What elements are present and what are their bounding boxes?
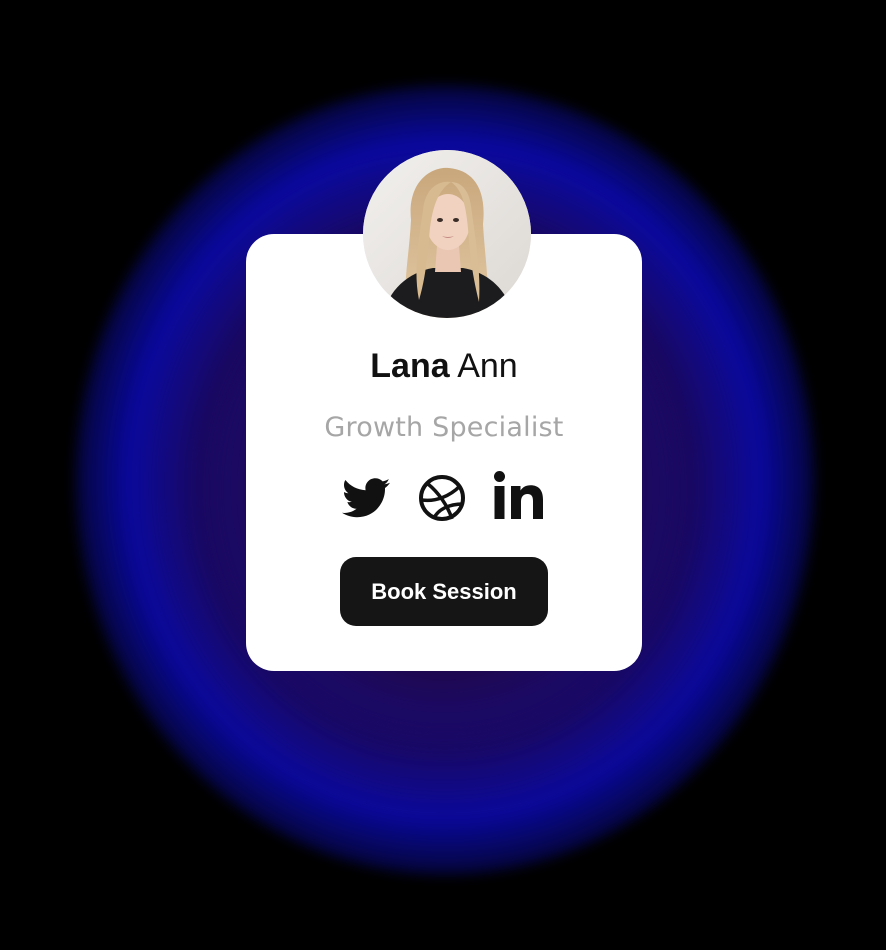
profile-name: Lana Ann — [246, 344, 642, 388]
social-links — [246, 470, 642, 526]
dribbble-link[interactable] — [418, 474, 466, 527]
book-session-button[interactable]: Book Session — [340, 557, 548, 626]
linkedin-link[interactable] — [493, 470, 545, 525]
twitter-link[interactable] — [342, 478, 390, 523]
last-name: Ann — [457, 347, 518, 385]
dribbble-icon — [419, 475, 465, 521]
linkedin-icon — [494, 471, 543, 519]
profile-role: Growth Specialist — [324, 412, 564, 443]
page-stage: Lana Ann Growth Specialist Book Session — [0, 0, 886, 950]
twitter-icon — [342, 478, 390, 518]
profile-photo — [363, 150, 531, 318]
avatar — [363, 150, 531, 318]
first-name: Lana — [370, 347, 450, 385]
